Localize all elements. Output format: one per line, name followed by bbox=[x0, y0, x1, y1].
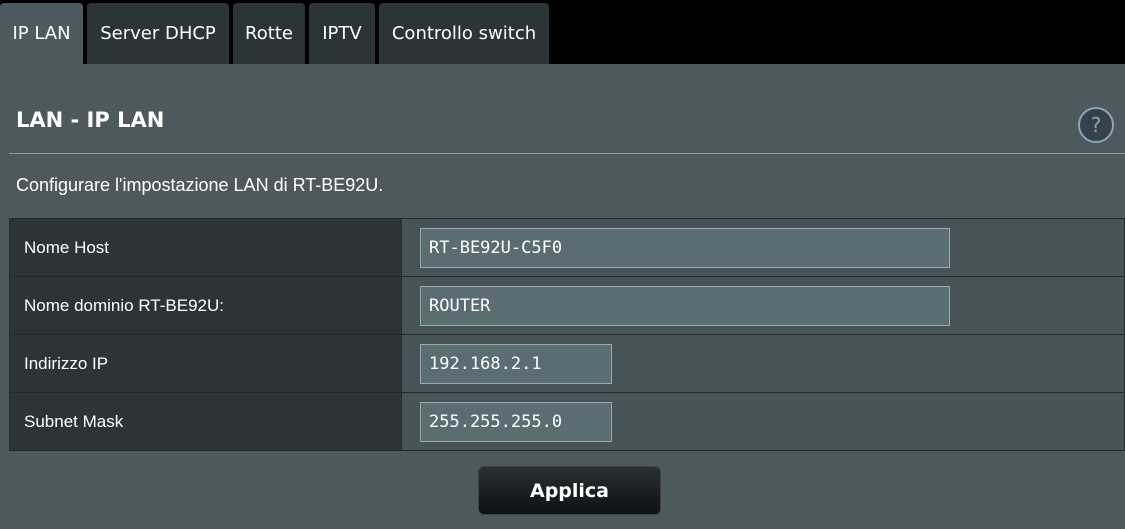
table-row: Subnet Mask bbox=[9, 392, 1125, 451]
hostname-cell bbox=[401, 218, 1125, 277]
page-description: Configurare l'impostazione LAN di RT-BE9… bbox=[16, 175, 384, 195]
tab-controllo-switch[interactable]: Controllo switch bbox=[379, 3, 549, 64]
tab-iptv[interactable]: IPTV bbox=[309, 3, 375, 64]
apply-button[interactable]: Applica bbox=[478, 466, 661, 515]
title-divider bbox=[9, 153, 1125, 154]
table-row: Nome dominio RT-BE92U: bbox=[9, 276, 1125, 335]
page-title: LAN - IP LAN bbox=[16, 108, 165, 132]
table-row: Indirizzo IP bbox=[9, 334, 1125, 393]
subnet-mask-input[interactable] bbox=[420, 401, 612, 442]
tab-bar: IP LAN Server DHCP Rotte IPTV Controllo … bbox=[0, 0, 1125, 64]
ip-address-label: Indirizzo IP bbox=[9, 334, 402, 393]
lan-settings-table: Nome Host Nome dominio RT-BE92U: Indiriz… bbox=[9, 218, 1125, 451]
tab-server-dhcp[interactable]: Server DHCP bbox=[87, 3, 229, 64]
hostname-label: Nome Host bbox=[9, 218, 402, 277]
ip-address-cell bbox=[401, 334, 1125, 393]
help-icon[interactable]: ? bbox=[1078, 107, 1114, 143]
ip-address-input[interactable] bbox=[420, 343, 612, 384]
domain-name-label: Nome dominio RT-BE92U: bbox=[9, 276, 402, 335]
domain-name-cell bbox=[401, 276, 1125, 335]
tab-ip-lan[interactable]: IP LAN bbox=[0, 3, 83, 64]
tab-rotte[interactable]: Rotte bbox=[233, 3, 305, 64]
hostname-input[interactable] bbox=[420, 227, 950, 268]
subnet-mask-cell bbox=[401, 392, 1125, 451]
domain-name-input[interactable] bbox=[420, 285, 950, 326]
table-row: Nome Host bbox=[9, 218, 1125, 277]
subnet-mask-label: Subnet Mask bbox=[9, 392, 402, 451]
content-panel: LAN - IP LAN ? Configurare l'impostazion… bbox=[0, 64, 1125, 529]
